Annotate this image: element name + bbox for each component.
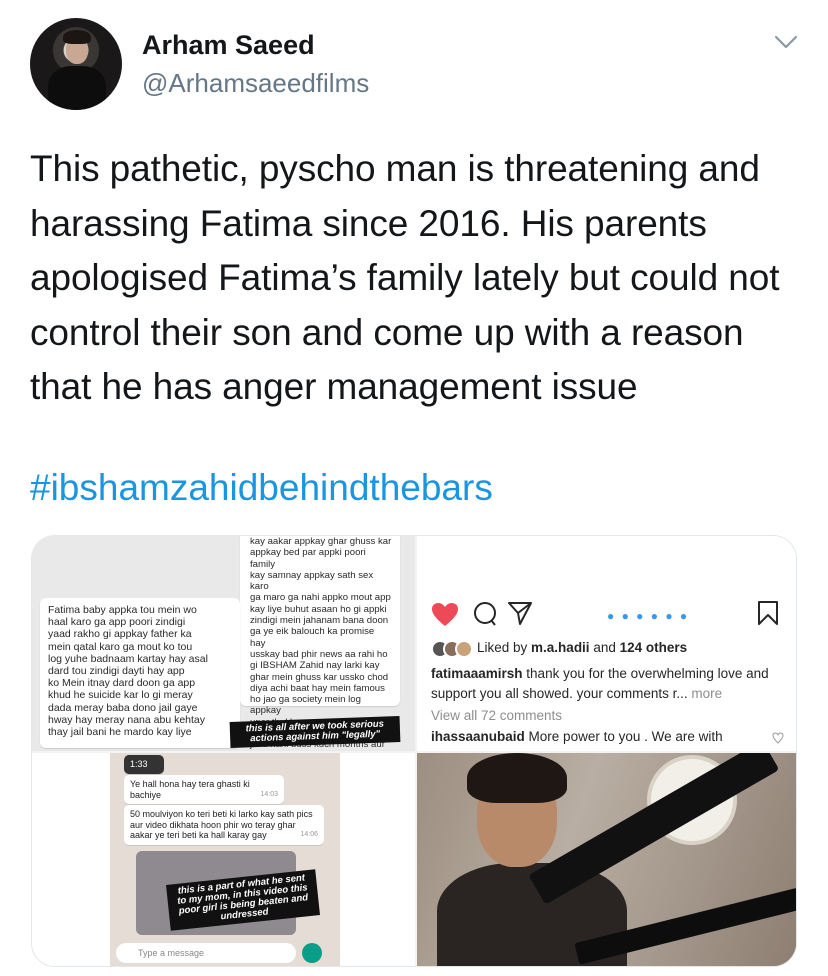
whatsapp-message: 50 moulviyon ko teri beti ki larko kay s… <box>124 805 324 845</box>
whatsapp-message: Ye hall hona hay tera ghasti ki bachiye … <box>124 775 284 804</box>
hashtag-link[interactable]: #ibshamzahidbehindthebars <box>30 466 493 510</box>
liked-avatars <box>431 640 477 658</box>
comment-icon <box>474 602 496 626</box>
author-handle[interactable]: @Arhamsaeedfilms <box>142 68 369 99</box>
media-tile-whatsapp[interactable]: 1:33 Ye hall hona hay tera ghasti ki bac… <box>32 753 415 966</box>
instagram-caption: fatimaaamirsh thank you for the overwhel… <box>431 666 769 701</box>
video-duration: 1:33 <box>124 755 164 774</box>
carousel-dots: ● ● ● ● ● ● <box>607 609 690 623</box>
instagram-comment: ihassaanubaid More power to you . We are… <box>431 729 723 744</box>
message-input: Type a message <box>116 943 296 963</box>
small-heart-icon <box>772 732 784 744</box>
media-tile-chat[interactable]: kay aakar appkay ghar ghuss kar appkay b… <box>32 536 415 751</box>
media-grid[interactable]: kay aakar appkay ghar ghuss kar appkay b… <box>31 535 797 967</box>
chat-message-top: kay aakar appkay ghar ghuss kar appkay b… <box>240 536 400 750</box>
person-hair <box>467 753 567 803</box>
heart-icon <box>432 603 458 626</box>
avatar-hair <box>63 30 91 44</box>
avatar[interactable] <box>30 18 122 110</box>
author-display-name[interactable]: Arham Saeed <box>142 30 315 61</box>
tweet-header: Arham Saeed @Arhamsaeedfilms <box>30 18 804 114</box>
media-tile-photo[interactable] <box>417 753 796 966</box>
avatar-body <box>48 66 106 110</box>
view-all-comments: View all 72 comments <box>431 708 563 723</box>
bookmark-icon <box>758 601 778 625</box>
chat-message-left: Fatima baby appka tou mein wo haal karo … <box>40 598 240 748</box>
media-tile-instagram[interactable]: ● ● ● ● ● ● Liked by m.a.hadii and 124 o… <box>417 536 796 751</box>
mic-icon <box>302 943 322 963</box>
chevron-down-icon[interactable] <box>774 34 798 50</box>
liked-by-text: Liked by m.a.hadii and 124 others <box>477 640 688 655</box>
send-icon <box>508 602 532 625</box>
tweet-text: This pathetic, pyscho man is threatening… <box>30 148 780 407</box>
